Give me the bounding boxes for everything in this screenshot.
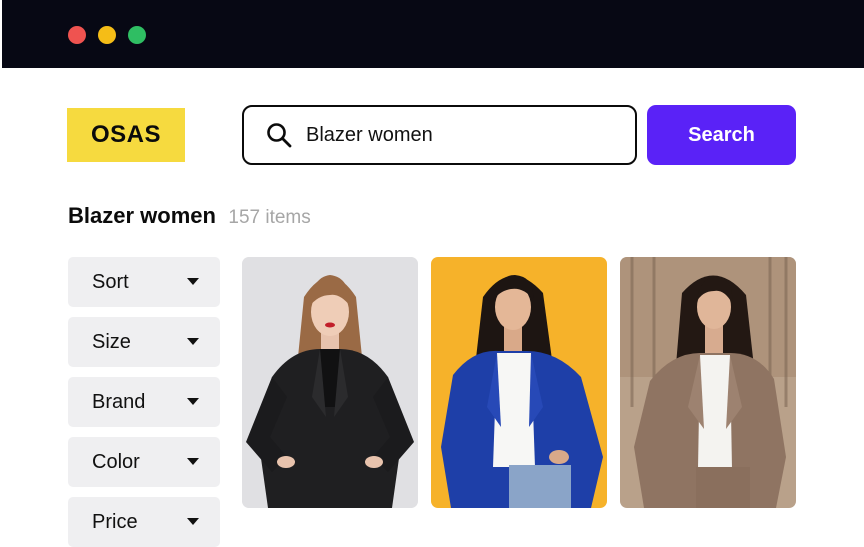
results-count: 157 items (228, 207, 311, 228)
search-icon (267, 123, 292, 148)
caret-down-icon (187, 278, 199, 285)
filter-label: Sort (92, 271, 129, 293)
product-card[interactable] (431, 257, 607, 508)
minimize-window-button[interactable] (98, 26, 116, 44)
brand-logo[interactable]: OSAS (67, 108, 185, 162)
window-titlebar (2, 0, 864, 68)
filter-label: Color (92, 451, 140, 473)
filter-label: Price (92, 511, 138, 533)
maximize-window-button[interactable] (128, 26, 146, 44)
filter-color-dropdown[interactable]: Color (68, 437, 220, 487)
caret-down-icon (187, 518, 199, 525)
results-query: Blazer women (68, 203, 216, 228)
search-bar[interactable] (242, 105, 637, 165)
filter-label: Size (92, 331, 131, 353)
caret-down-icon (187, 458, 199, 465)
close-window-button[interactable] (68, 26, 86, 44)
filter-label: Brand (92, 391, 146, 413)
results-heading: Blazer women 157 items (68, 203, 311, 229)
filter-brand-dropdown[interactable]: Brand (68, 377, 220, 427)
filter-size-dropdown[interactable]: Size (68, 317, 220, 367)
product-card[interactable] (242, 257, 418, 508)
filter-sort-dropdown[interactable]: Sort (68, 257, 220, 307)
search-button[interactable]: Search (647, 105, 796, 165)
woman-in-blue-blazer-photo (431, 257, 607, 508)
woman-in-black-blazer-photo (242, 257, 418, 508)
product-card[interactable] (620, 257, 796, 508)
woman-in-beige-blazer-photo (620, 257, 796, 508)
search-input[interactable] (306, 123, 606, 147)
caret-down-icon (187, 338, 199, 345)
caret-down-icon (187, 398, 199, 405)
